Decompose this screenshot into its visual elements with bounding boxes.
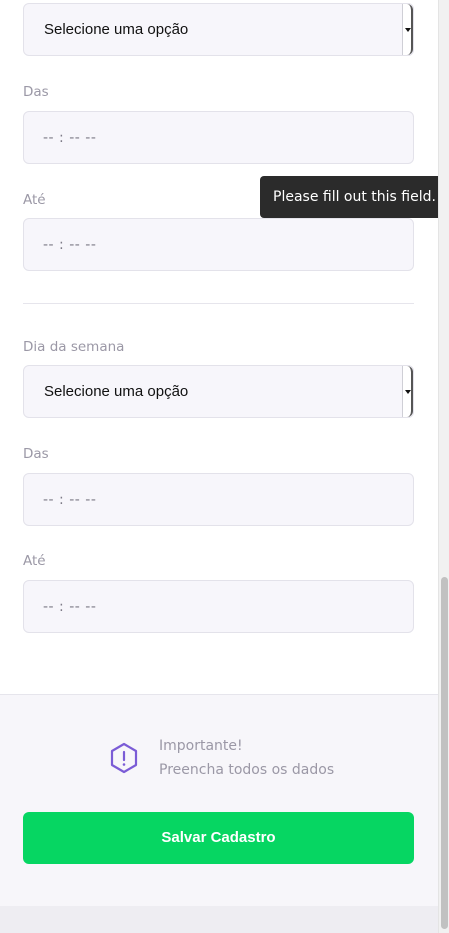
form-footer [0, 694, 438, 906]
weekday-select-1-value: Selecione uma opção [44, 21, 189, 38]
weekday-select-2-value: Selecione uma opção [44, 383, 189, 400]
from-label-1: Das [23, 84, 49, 100]
footer-bottom-band [0, 906, 438, 933]
weekday-select-2[interactable]: Selecione uma opção [23, 365, 414, 418]
weekday-label-2: Dia da semana [23, 339, 125, 355]
chevron-down-icon [405, 28, 411, 32]
to-time-input-2[interactable]: -- : -- -- [23, 580, 414, 633]
weekday-select-1[interactable]: Selecione uma opção [23, 3, 414, 56]
select-arrow-button[interactable] [402, 4, 413, 55]
to-time-input-1[interactable]: -- : -- -- [23, 218, 414, 271]
to-label-1: Até [23, 192, 46, 208]
validation-tooltip: Please fill out this field. [260, 176, 442, 218]
from-label-2: Das [23, 446, 49, 462]
chevron-down-icon [405, 390, 411, 394]
select-arrow-button[interactable] [402, 366, 413, 417]
from-time-value-2: -- : -- -- [43, 492, 97, 508]
from-time-input-2[interactable]: -- : -- -- [23, 473, 414, 526]
scrollbar[interactable] [438, 0, 449, 933]
save-button[interactable]: Salvar Cadastro [23, 812, 414, 864]
notice-text: Preencha todos os dados [159, 762, 335, 778]
section-divider [23, 303, 414, 304]
notice-title: Importante! [159, 738, 243, 754]
from-time-value-1: -- : -- -- [43, 130, 97, 146]
to-label-2: Até [23, 553, 46, 569]
alert-hexagon-icon [110, 742, 138, 774]
to-time-value-1: -- : -- -- [43, 237, 97, 253]
scrollbar-thumb[interactable] [441, 577, 448, 929]
form-page: Selecione uma opção Das -- : -- -- Até -… [0, 0, 438, 933]
from-time-input-1[interactable]: -- : -- -- [23, 111, 414, 164]
to-time-value-2: -- : -- -- [43, 599, 97, 615]
